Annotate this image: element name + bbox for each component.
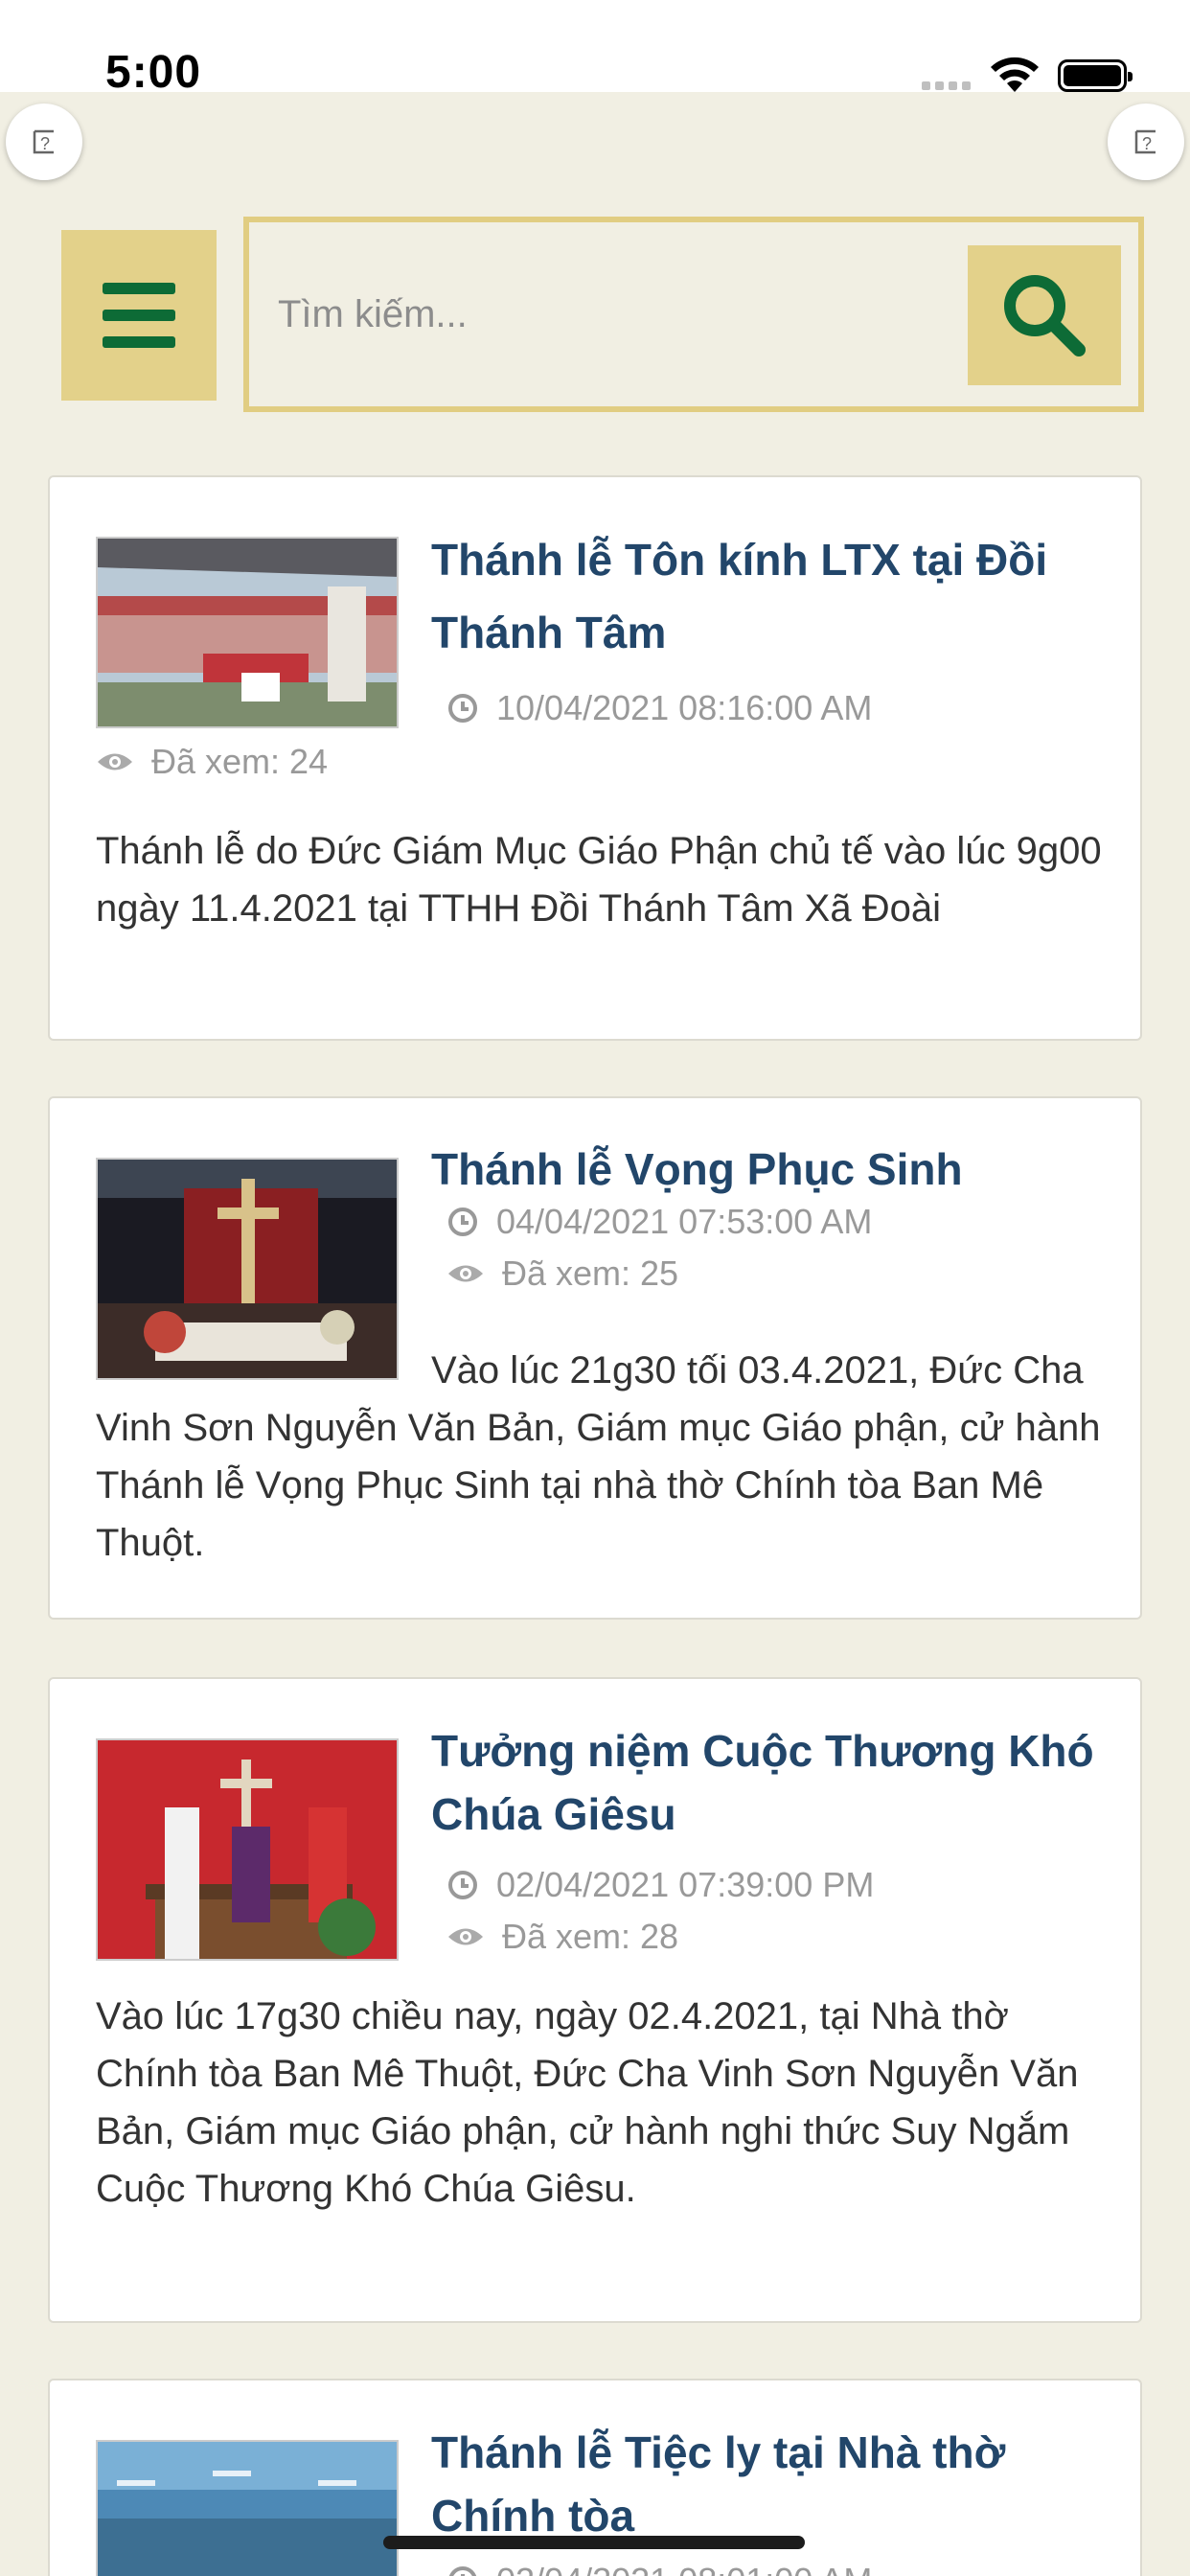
search-icon <box>1004 275 1086 356</box>
menu-button[interactable] <box>61 230 217 401</box>
cellular-signal-icon <box>922 81 971 90</box>
wifi-icon <box>991 57 1039 92</box>
article-views: Đã xem: 28 <box>446 1917 678 1957</box>
article-title[interactable]: Thánh lễ Vọng Phục Sinh <box>431 1133 1102 1206</box>
search-bar <box>243 217 1144 412</box>
hamburger-icon <box>103 283 175 294</box>
article-excerpt: Vào lúc 21g30 tối 03.4.2021, Đức Cha Vin… <box>96 1349 1101 1564</box>
article-views: Đã xem: 25 <box>446 1254 678 1294</box>
clock-icon <box>448 2566 477 2576</box>
search-button[interactable] <box>968 245 1121 385</box>
eye-icon <box>98 753 132 770</box>
article-excerpt: Thánh lễ do Đức Giám Mục Giáo Phận chủ t… <box>96 830 1102 930</box>
search-input[interactable] <box>278 222 949 406</box>
article-card[interactable]: Thánh lễ Tôn kính LTX tại Đồi Thánh Tâm … <box>48 475 1142 1041</box>
svg-text:?: ? <box>40 134 50 153</box>
article-date: 10/04/2021 08:16:00 AM <box>446 688 872 728</box>
article-thumbnail <box>96 537 399 728</box>
article-thumbnail <box>96 2440 399 2576</box>
eye-icon <box>448 1928 483 1945</box>
status-bar: 5:00 <box>0 0 1190 98</box>
help-icon[interactable]: ? <box>1108 104 1184 180</box>
clock-icon <box>448 1208 477 1236</box>
article-title[interactable]: Tưởng niệm Cuộc Thương Khó Chúa Giêsu <box>431 1719 1102 1846</box>
status-time: 5:00 <box>105 47 202 98</box>
article-card[interactable]: Tưởng niệm Cuộc Thương Khó Chúa Giêsu 02… <box>48 1677 1142 2323</box>
article-date: 02/04/2021 07:39:00 PM <box>446 1865 874 1905</box>
article-date: 04/04/2021 07:53:00 AM <box>446 1202 872 1242</box>
article-title[interactable]: Thánh lễ Tiệc ly tại Nhà thờ Chính tòa <box>431 2421 1102 2547</box>
home-indicator[interactable] <box>383 2536 805 2549</box>
article-thumbnail <box>96 1738 399 1961</box>
battery-icon <box>1058 59 1133 92</box>
article-views: Đã xem: 24 <box>96 742 328 782</box>
article-card[interactable]: Thánh lễ Vọng Phục Sinh 04/04/2021 07:53… <box>48 1096 1142 1620</box>
clock-icon <box>448 1871 477 1899</box>
eye-icon <box>448 1265 483 1282</box>
article-excerpt: Vào lúc 17g30 chiều nay, ngày 02.4.2021,… <box>96 1995 1079 2210</box>
clock-icon <box>448 694 477 723</box>
help-icon[interactable]: ? <box>6 104 82 180</box>
article-date: 02/04/2021 08:01:00 AM <box>446 2561 872 2576</box>
svg-text:?: ? <box>1142 134 1152 153</box>
article-title[interactable]: Thánh lễ Tôn kính LTX tại Đồi Thánh Tâm <box>431 523 1102 669</box>
